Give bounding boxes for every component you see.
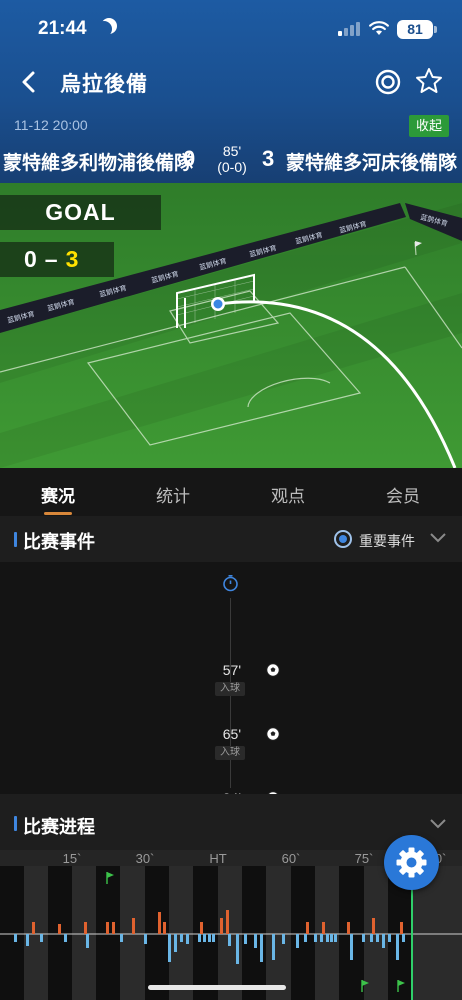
tab-bar: 赛况 统计 观点 会员 <box>0 468 462 516</box>
current-minute: 85' <box>222 143 242 159</box>
soccer-ball-icon <box>266 727 280 741</box>
active-tab-indicator <box>44 512 72 515</box>
event-minute: 57' <box>222 662 241 678</box>
important-events-label[interactable]: 重要事件 <box>359 531 415 551</box>
match-datetime: 11-12 20:00 <box>14 117 88 133</box>
match-minute: 85' (0-0) <box>212 143 252 175</box>
chevron-down-icon[interactable] <box>429 530 447 544</box>
tab-stats[interactable]: 统计 <box>133 482 213 507</box>
gear-icon <box>396 847 427 878</box>
progress-section: 比赛进程 15` 30` HT 60` 75` 90` <box>0 794 462 1000</box>
tab-opinions[interactable]: 观点 <box>248 482 328 507</box>
pitch-away-score: 3 <box>65 246 79 272</box>
event-type-tag: 入球 <box>215 682 245 696</box>
event-minute: 65' <box>222 726 241 742</box>
axis-label: HT <box>209 851 227 866</box>
events-header: 比赛事件 重要事件 <box>0 516 462 562</box>
axis-label: 75` <box>354 851 374 866</box>
events-title: 比赛事件 <box>23 532 95 552</box>
tab-membership[interactable]: 会员 <box>363 482 443 507</box>
axis-label: 15` <box>62 851 82 866</box>
home-team-name: 蒙特維多利物浦後備隊 <box>3 153 194 174</box>
progress-title: 比赛进程 <box>23 817 95 837</box>
moon-icon <box>96 21 112 37</box>
events-section: 比赛事件 重要事件 57' 入球 65' 入球 <box>0 516 462 824</box>
back-arrow-icon[interactable] <box>14 66 46 98</box>
soccer-ball-icon <box>266 663 280 677</box>
chevron-down-icon[interactable] <box>429 816 447 830</box>
pitch-score: 0–3 <box>0 242 114 277</box>
away-score: 3 <box>262 146 275 171</box>
tab-live[interactable]: 赛况 <box>18 482 98 507</box>
match-header: 21:44 81 烏拉後備 11-12 20:00 收起 蒙特維多利物浦後備隊 … <box>0 0 462 183</box>
page-title: 烏拉後備 <box>60 73 148 96</box>
important-events-radio[interactable] <box>334 530 352 548</box>
axis-label: 30` <box>135 851 155 866</box>
home-score: 0 <box>183 146 196 171</box>
event-type-tag: 入球 <box>215 746 245 760</box>
events-timeline: 57' 入球 65' 入球 84' 入球 <box>0 562 462 824</box>
live-target-icon[interactable] <box>374 68 402 96</box>
section-marker <box>14 532 17 547</box>
score-dash: – <box>44 246 58 272</box>
battery-indicator: 81 <box>397 20 437 39</box>
settings-button[interactable] <box>384 835 439 890</box>
status-time: 21:44 <box>38 18 87 39</box>
wifi-icon <box>369 21 389 35</box>
stopwatch-icon <box>223 574 238 592</box>
favorite-star-icon[interactable] <box>414 66 444 96</box>
event-banner: GOAL <box>0 195 161 230</box>
home-indicator[interactable] <box>148 985 286 990</box>
away-team-name: 蒙特維多河床後備隊 <box>286 153 458 174</box>
section-marker <box>14 816 17 831</box>
axis-label: 60` <box>281 851 301 866</box>
pitch-home-score: 0 <box>24 246 37 272</box>
signal-icon <box>338 22 362 36</box>
half-time-score: (0-0) <box>217 159 247 175</box>
collapse-button[interactable]: 收起 <box>409 115 449 137</box>
